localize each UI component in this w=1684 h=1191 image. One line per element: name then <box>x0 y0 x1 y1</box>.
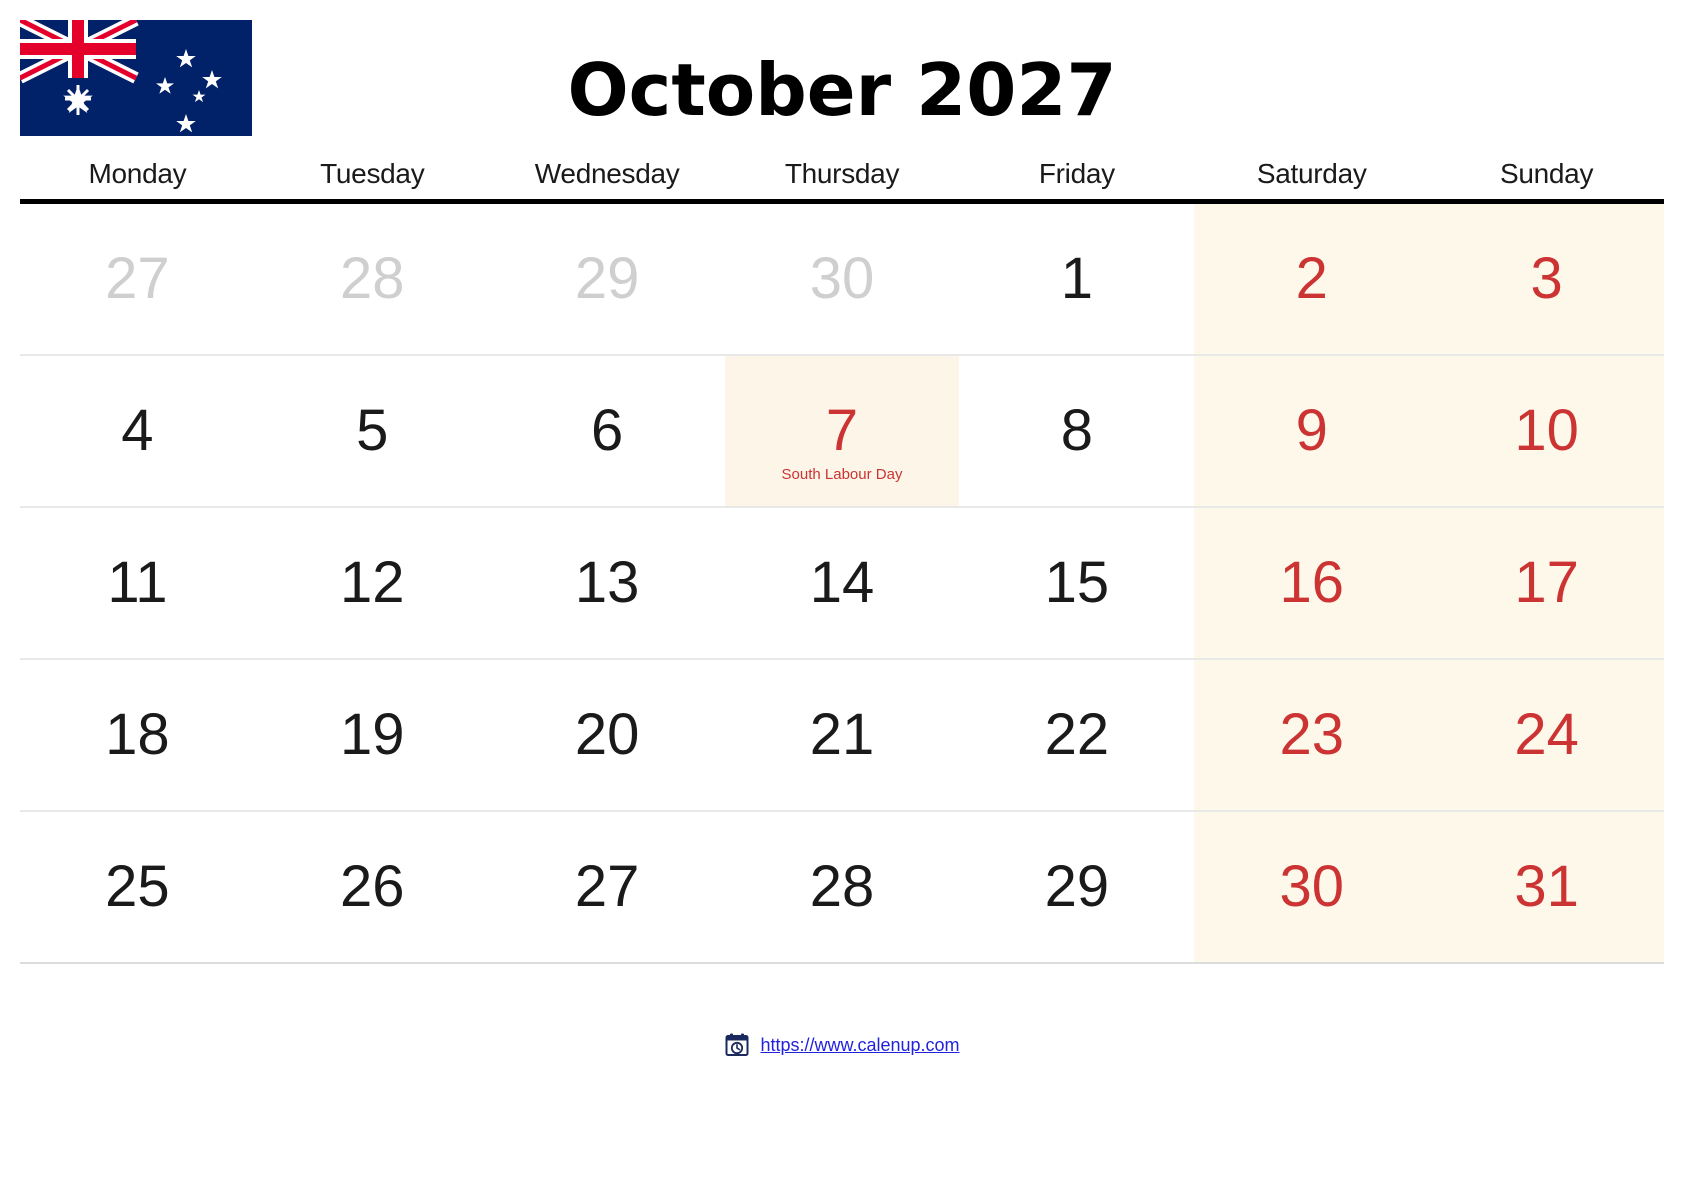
day-cell[interactable]: 29 <box>490 204 725 354</box>
day-cell[interactable]: 27 <box>490 812 725 962</box>
day-number: 5 <box>356 398 389 463</box>
weekday-header-friday: Friday <box>1038 158 1115 189</box>
day-cell[interactable]: 3 <box>1429 204 1664 354</box>
day-number: 10 <box>1514 398 1579 463</box>
day-number: 23 <box>1279 702 1344 767</box>
calendar-week-row: 18 19 20 21 22 23 24 <box>20 660 1664 812</box>
website-link[interactable]: https://www.calenup.com <box>760 1035 959 1056</box>
day-cell[interactable]: 20 <box>490 660 725 810</box>
day-number: 25 <box>105 854 170 919</box>
day-cell[interactable]: 31 <box>1429 812 1664 962</box>
calendar-week-row: 27 28 29 30 1 2 3 <box>20 204 1664 356</box>
day-number: 1 <box>1060 246 1093 311</box>
day-number: 4 <box>121 398 154 463</box>
day-number: 11 <box>107 550 168 615</box>
day-cell[interactable]: 24 <box>1429 660 1664 810</box>
day-number: 28 <box>340 246 405 311</box>
day-number: 14 <box>809 550 875 615</box>
day-number: 27 <box>105 246 170 311</box>
day-number: 6 <box>591 398 624 463</box>
page-title: October 2027 <box>567 48 1117 132</box>
day-number: 17 <box>1514 550 1579 615</box>
day-cell[interactable]: 8 <box>959 356 1194 506</box>
day-number: 27 <box>574 854 640 919</box>
day-cell[interactable]: 12 <box>255 508 490 658</box>
day-cell[interactable]: 16 <box>1194 508 1430 658</box>
day-cell[interactable]: 30 <box>1194 812 1430 962</box>
day-cell[interactable]: 27 <box>20 204 255 354</box>
day-number: 31 <box>1514 854 1579 919</box>
day-number: 30 <box>809 246 875 311</box>
day-cell[interactable]: 15 <box>959 508 1194 658</box>
day-number: 15 <box>1044 550 1110 615</box>
day-number: 2 <box>1295 246 1328 311</box>
day-cell[interactable]: 17 <box>1429 508 1664 658</box>
calendar-week-row: 25 26 27 28 29 30 31 <box>20 812 1664 964</box>
day-number: 29 <box>1044 854 1110 919</box>
day-number: 8 <box>1060 398 1093 463</box>
day-number: 30 <box>1279 854 1344 919</box>
day-cell[interactable]: 11 <box>20 508 255 658</box>
day-cell[interactable]: 26 <box>255 812 490 962</box>
day-cell[interactable]: 28 <box>725 812 960 962</box>
day-cell[interactable]: 7 South Labour Day <box>724 356 960 506</box>
day-cell[interactable]: 2 <box>1194 204 1430 354</box>
calendar-header: October 2027 <box>0 0 1684 160</box>
day-cell[interactable]: 14 <box>725 508 960 658</box>
day-number: 24 <box>1514 702 1579 767</box>
day-cell[interactable]: 30 <box>725 204 960 354</box>
calendar-grid: Monday Tuesday Wednesday Thursday Friday… <box>20 158 1664 964</box>
day-cell[interactable]: 10 <box>1429 356 1664 506</box>
day-number: 21 <box>809 702 875 767</box>
day-cell[interactable]: 6 <box>490 356 725 506</box>
day-cell[interactable]: 18 <box>20 660 255 810</box>
day-cell[interactable]: 9 <box>1194 356 1430 506</box>
weekday-header-saturday: Saturday <box>1256 158 1367 189</box>
weekday-header-monday: Monday <box>88 158 187 189</box>
day-cell[interactable]: 28 <box>255 204 490 354</box>
day-number: 26 <box>340 854 405 919</box>
day-cell[interactable]: 23 <box>1194 660 1430 810</box>
day-number: 22 <box>1044 702 1110 767</box>
day-cell[interactable]: 13 <box>490 508 725 658</box>
day-number: 9 <box>1295 398 1328 463</box>
day-cell[interactable]: 1 <box>959 204 1194 354</box>
day-cell[interactable]: 25 <box>20 812 255 962</box>
weekday-header-thursday: Thursday <box>784 158 900 189</box>
day-number: 29 <box>574 246 640 311</box>
day-cell[interactable]: 21 <box>725 660 960 810</box>
day-number: 18 <box>105 702 170 767</box>
weekday-header-sunday: Sunday <box>1499 158 1594 189</box>
calendar-page: October 2027 Monday Tuesday Wednesday Th… <box>0 0 1684 1191</box>
calendar-week-row: 4 5 6 7 South Labour Day 8 9 10 <box>20 356 1664 508</box>
day-cell[interactable]: 29 <box>959 812 1194 962</box>
day-number: 13 <box>574 550 640 615</box>
weekday-header-tuesday: Tuesday <box>320 158 425 189</box>
day-number: 7 <box>825 398 859 463</box>
holiday-label: South Labour Day <box>781 466 903 483</box>
day-number: 19 <box>340 702 405 767</box>
day-number: 12 <box>340 550 405 615</box>
day-number: 3 <box>1530 246 1563 311</box>
day-cell[interactable]: 22 <box>959 660 1194 810</box>
day-cell[interactable]: 5 <box>255 356 490 506</box>
weekday-header-row: Monday Tuesday Wednesday Thursday Friday… <box>20 158 1664 204</box>
calendar-week-row: 11 12 13 14 15 16 17 <box>20 508 1664 660</box>
day-cell[interactable]: 4 <box>20 356 255 506</box>
day-number: 20 <box>574 702 640 767</box>
day-number: 16 <box>1279 550 1344 615</box>
day-number: 28 <box>809 854 875 919</box>
calendar-clock-icon <box>724 1032 750 1058</box>
footer: https://www.calenup.com <box>0 1032 1684 1058</box>
weekday-header-wednesday: Wednesday <box>534 158 680 189</box>
day-cell[interactable]: 19 <box>255 660 490 810</box>
